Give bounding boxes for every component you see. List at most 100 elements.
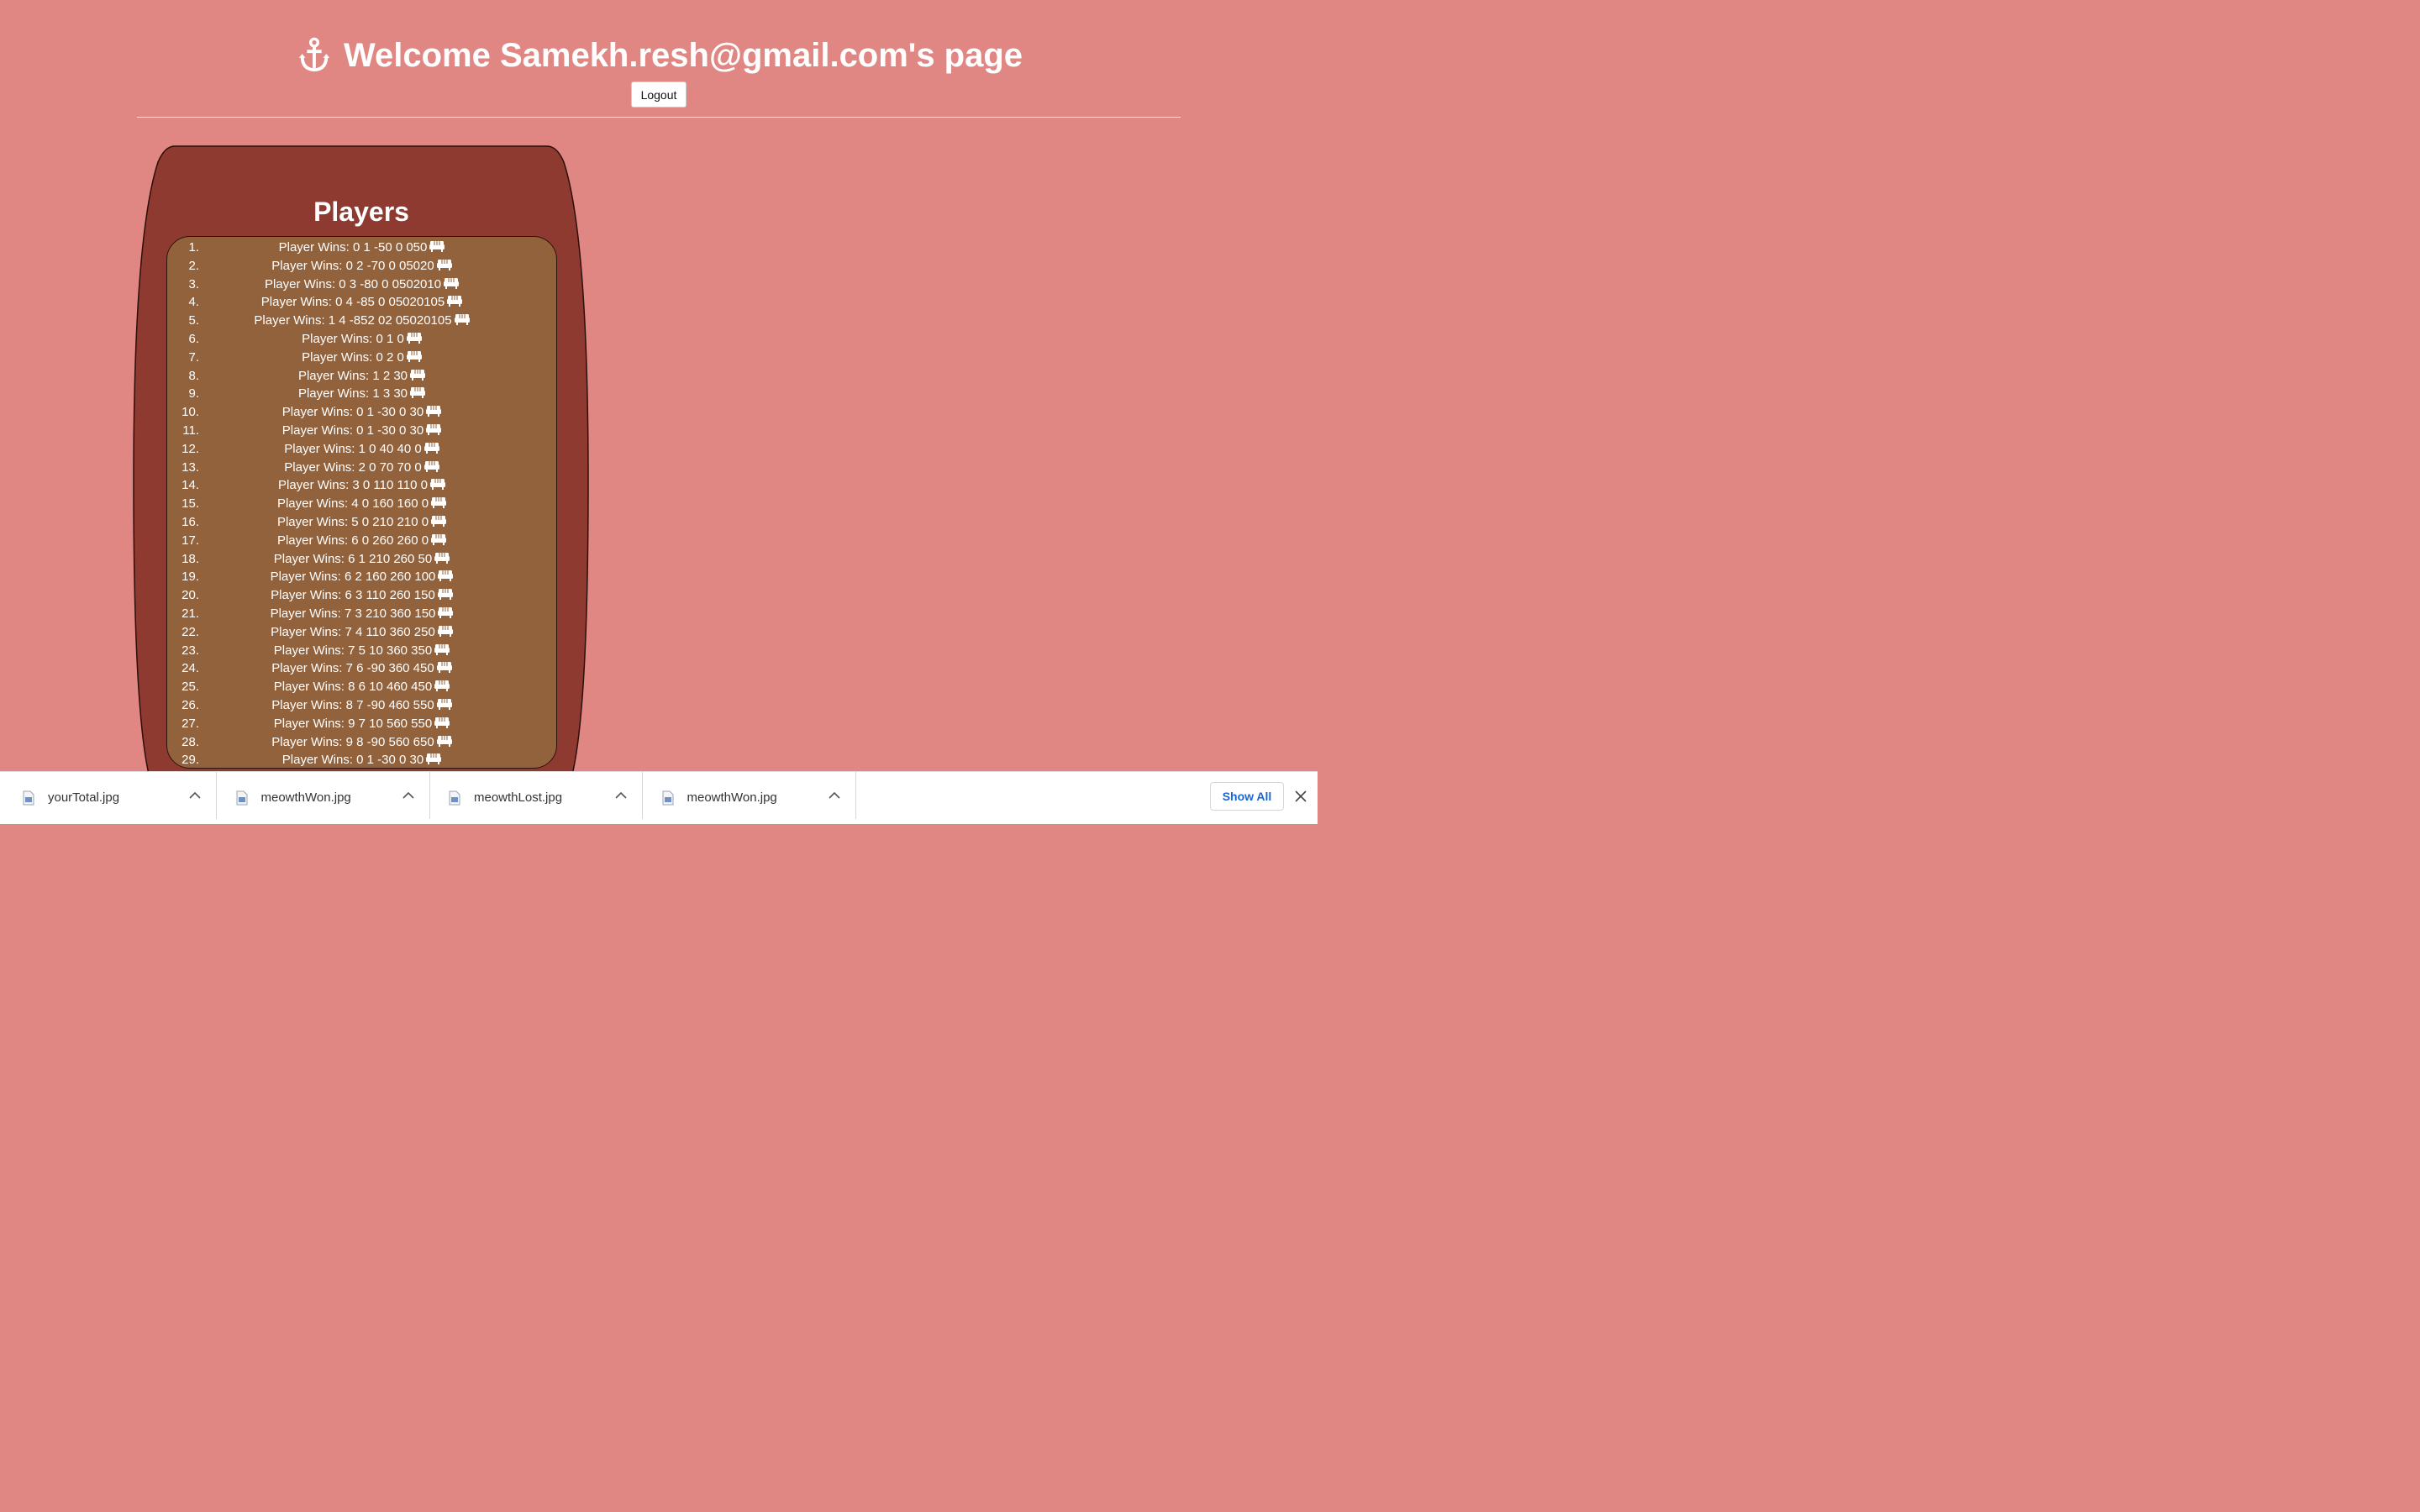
couch-icon [437,587,453,601]
couch-icon [438,606,454,618]
couch-icon [426,423,442,435]
list-item: 1. Player Wins: 0 1 -50 0 050 [167,239,556,257]
list-item-text: Player Wins: 5 0 210 210 0 [276,514,429,529]
list-item-number: 27. [182,716,199,731]
list-item-text: Player Wins: 0 1 -30 0 30 [281,753,424,768]
list-item: 27. Player Wins: 9 7 10 560 550 [167,715,556,733]
page-title-text: Welcome Samekh.resh@gmail.com's page [343,37,1023,74]
list-item-number: 20. [182,588,199,603]
header-divider [137,117,1181,118]
list-item: 17. Player Wins: 6 0 260 260 0 [167,532,556,550]
list-item-text: Player Wins: 8 7 -90 460 550 [271,697,434,712]
download-item[interactable]: meowthWon.jpg [643,772,856,819]
couch-icon [438,569,454,582]
list-item: 9. Player Wins: 1 3 30 [167,385,556,403]
couch-icon [436,660,452,674]
list-item: 28. Player Wins: 9 8 -90 560 650 [167,733,556,752]
list-item-text: Player Wins: 0 3 -80 0 0502010 [264,276,442,291]
list-item-number: 7. [188,349,199,365]
list-item-number: 22. [182,624,199,639]
list-item-number: 14. [182,478,199,493]
list-item-number: 11. [182,423,199,438]
list-item-text: Player Wins: 6 2 160 260 100 [270,570,436,585]
list-item-text: Player Wins: 7 4 110 360 250 [271,624,435,639]
list-item: 25. Player Wins: 8 6 10 460 450 [167,678,556,696]
list-item-text: Player Wins: 9 7 10 560 550 [273,716,433,731]
list-item-number: 16. [182,514,199,529]
chevron-up-icon[interactable] [615,791,627,800]
download-item[interactable]: meowthWon.jpg [217,772,430,819]
list-item-text: Player Wins: 0 1 0 [302,331,404,346]
list-item: 13. Player Wins: 2 0 70 70 0 [167,459,556,477]
list-item: 26. Player Wins: 8 7 -90 460 550 [167,696,556,715]
couch-icon [436,258,452,270]
couch-icon [429,477,445,491]
file-icon [662,790,673,806]
list-item: 5. Player Wins: 1 4 -852 02 05020105 [167,312,556,330]
list-item-text: Player Wins: 6 3 110 260 150 [271,588,435,603]
list-item-text: Player Wins: 7 6 -90 360 450 [271,661,434,676]
list-item-text: Player Wins: 6 0 260 260 0 [276,533,429,548]
list-item-number: 12. [182,441,199,456]
chevron-up-icon[interactable] [402,791,414,800]
download-item[interactable]: yourTotal.jpg [3,772,217,819]
players-list-box: 1. Player Wins: 0 1 -50 0 050 2. Player Win… [166,236,557,769]
chevron-up-icon[interactable] [189,791,201,800]
list-item-number: 23. [182,643,199,658]
download-bar: Show All yourTotal.jpg meowthWon.jpg meowt… [0,771,1318,824]
list-item: 15. Player Wins: 4 0 160 160 0 [167,495,556,513]
show-all-button[interactable]: Show All [1210,782,1284,811]
list-item: 21. Player Wins: 7 3 210 360 150 [167,605,556,623]
couch-icon [406,331,422,344]
download-item-name: meowthWon.jpg [260,790,351,805]
chevron-up-icon[interactable] [828,791,840,800]
list-item-number: 3. [188,276,199,291]
list-item-number: 21. [182,606,199,621]
list-item-number: 29. [182,753,199,768]
list-item: 10. Player Wins: 0 1 -30 0 30 [167,403,556,422]
list-item: 8. Player Wins: 1 2 30 [167,367,556,386]
list-item-number: 10. [182,405,199,420]
file-icon [449,790,460,806]
logout-button[interactable]: Logout [631,81,687,108]
couch-icon [436,734,452,747]
list-item-number: 13. [182,459,199,475]
list-item-text: Player Wins: 1 4 -852 02 05020105 [254,313,452,328]
couch-icon [431,533,447,545]
page-title: Welcome Samekh.resh@gmail.com's page [295,34,1023,77]
list-item: 20. Player Wins: 6 3 110 260 150 [167,586,556,605]
file-icon [236,790,247,806]
couch-icon [437,624,453,637]
list-item-text: Player Wins: 1 2 30 [297,368,408,383]
download-item-name: yourTotal.jpg [48,790,120,805]
list-item-number: 26. [182,697,199,712]
list-item: 7. Player Wins: 0 2 0 [167,349,556,367]
list-item: 22. Player Wins: 7 4 110 360 250 [167,623,556,642]
file-icon [23,790,34,806]
couch-icon [434,679,450,692]
couch-icon [454,312,470,326]
download-item[interactable]: meowthLost.jpg [429,772,643,819]
list-item: 29. Player Wins: 0 1 -30 0 30 [167,751,556,768]
close-icon[interactable] [1295,790,1307,802]
list-item-text: Player Wins: 4 0 160 160 0 [276,496,429,512]
list-item: 19. Player Wins: 6 2 160 260 100 [167,568,556,586]
list-item-number: 19. [182,570,199,585]
list-item-number: 25. [182,680,199,695]
couch-icon [406,349,422,362]
list-item-text: Player Wins: 1 3 30 [297,386,408,402]
couch-icon [424,441,439,454]
list-item-number: 18. [182,551,199,566]
players-heading: Players [313,197,409,227]
list-item-number: 28. [182,734,199,749]
couch-icon [434,716,450,728]
list-item-number: 1. [188,240,199,255]
couch-icon [410,368,426,381]
list-item: 23. Player Wins: 7 5 10 360 350 [167,642,556,660]
couch-icon [434,551,450,564]
list-item: 14. Player Wins: 3 0 110 110 0 [167,476,556,495]
list-item-number: 15. [182,496,199,512]
list-item: 2. Player Wins: 0 2 -70 0 05020 [167,257,556,276]
couch-icon [431,496,447,509]
couch-icon [429,239,445,252]
